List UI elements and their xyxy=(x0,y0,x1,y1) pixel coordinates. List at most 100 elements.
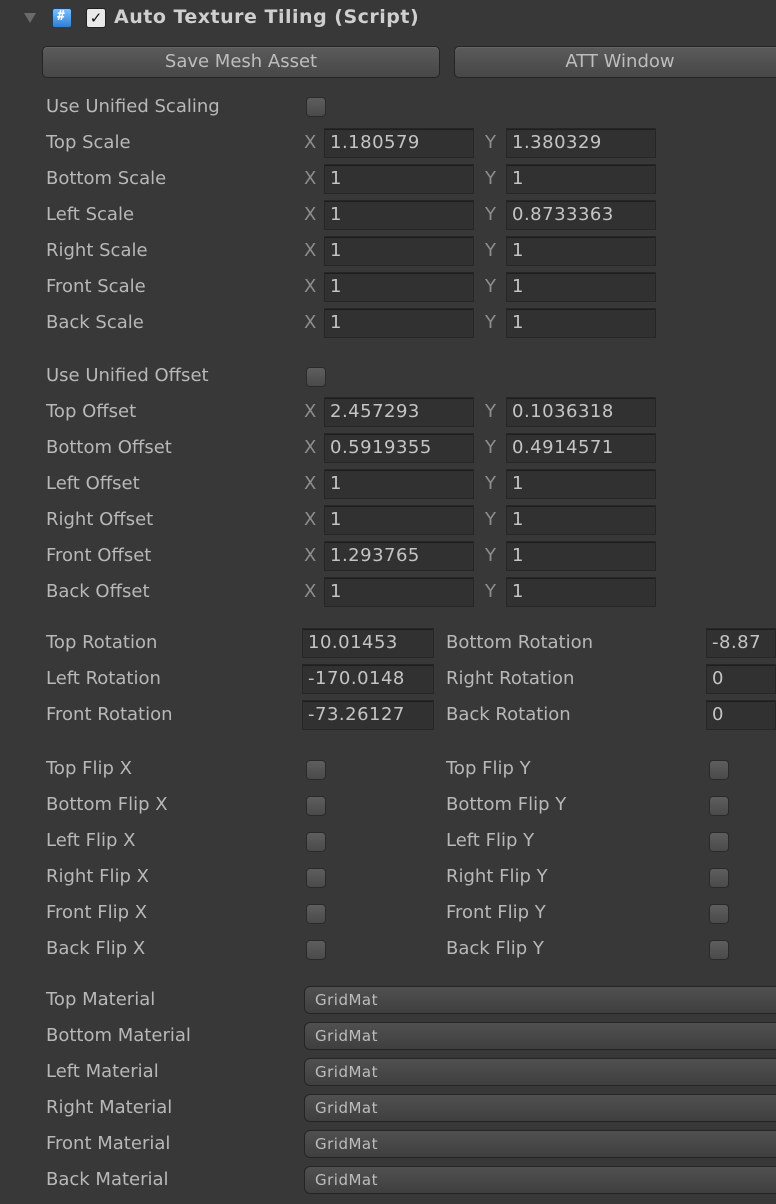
scale-y-field[interactable]: 1 xyxy=(506,164,656,194)
x-axis-label: X xyxy=(304,168,317,189)
offset-x-field[interactable]: 1 xyxy=(324,505,474,535)
offset-x-field[interactable]: 1 xyxy=(324,469,474,499)
y-axis-label: Y xyxy=(485,437,496,458)
material-object-field[interactable]: GridMat xyxy=(304,986,776,1014)
scale-label: Back Scale xyxy=(46,312,144,333)
rotation-field[interactable]: -73.26127 xyxy=(302,700,434,730)
flip-y-checkbox[interactable] xyxy=(709,940,729,960)
offset-label: Front Offset xyxy=(46,545,152,566)
material-object-field[interactable]: GridMat xyxy=(304,1058,776,1086)
offset-y-field[interactable]: 0.1036318 xyxy=(506,397,656,427)
flip-y-checkbox[interactable] xyxy=(709,904,729,924)
scale-label: Top Scale xyxy=(46,132,131,153)
flip-x-checkbox[interactable] xyxy=(306,760,326,780)
flip-x-checkbox[interactable] xyxy=(306,868,326,888)
flip-x-checkbox[interactable] xyxy=(306,796,326,816)
y-axis-label: Y xyxy=(485,473,496,494)
x-axis-label: X xyxy=(304,473,317,494)
flip-x-label: Bottom Flip X xyxy=(46,794,168,815)
offset-x-field[interactable]: 0.5919355 xyxy=(324,433,474,463)
flip-x-checkbox[interactable] xyxy=(306,904,326,924)
x-axis-label: X xyxy=(304,240,317,261)
offset-y-field[interactable]: 0.4914571 xyxy=(506,433,656,463)
att-window-button[interactable]: ATT Window xyxy=(454,46,776,78)
rotation-field[interactable]: 0 xyxy=(706,700,776,730)
use-unified-offset-label: Use Unified Offset xyxy=(46,365,209,386)
offset-label: Top Offset xyxy=(46,401,137,422)
scale-x-field[interactable]: 1 xyxy=(324,236,474,266)
rotation-label: Back Rotation xyxy=(446,704,571,725)
y-axis-label: Y xyxy=(485,312,496,333)
flip-y-label: Left Flip Y xyxy=(446,830,535,851)
csharp-script-icon xyxy=(52,8,72,28)
inspector-component: ✓ Auto Texture Tiling (Script) Save Mesh… xyxy=(0,0,776,1204)
scale-y-field[interactable]: 1 xyxy=(506,308,656,338)
y-axis-label: Y xyxy=(485,240,496,261)
offset-label: Right Offset xyxy=(46,509,154,530)
flip-y-label: Front Flip Y xyxy=(446,902,546,923)
offset-y-field[interactable]: 1 xyxy=(506,577,656,607)
x-axis-label: X xyxy=(304,276,317,297)
save-mesh-asset-button[interactable]: Save Mesh Asset xyxy=(42,46,440,78)
material-object-field[interactable]: GridMat xyxy=(304,1022,776,1050)
y-axis-label: Y xyxy=(485,168,496,189)
flip-x-checkbox[interactable] xyxy=(306,940,326,960)
material-label: Back Material xyxy=(46,1169,169,1190)
fold-arrow-icon[interactable] xyxy=(24,13,36,23)
x-axis-label: X xyxy=(304,437,317,458)
offset-label: Back Offset xyxy=(46,581,150,602)
scale-label: Right Scale xyxy=(46,240,148,261)
offset-y-field[interactable]: 1 xyxy=(506,469,656,499)
x-axis-label: X xyxy=(304,312,317,333)
scale-y-field[interactable]: 1.380329 xyxy=(506,128,656,158)
flip-x-label: Front Flip X xyxy=(46,902,148,923)
flip-y-checkbox[interactable] xyxy=(709,832,729,852)
flip-x-label: Right Flip X xyxy=(46,866,149,887)
flip-y-label: Right Flip Y xyxy=(446,866,548,887)
component-enabled-checkbox[interactable]: ✓ xyxy=(86,8,106,28)
material-label: Left Material xyxy=(46,1061,159,1082)
use-unified-offset-checkbox[interactable] xyxy=(306,367,326,387)
material-object-field[interactable]: GridMat xyxy=(304,1130,776,1158)
material-label: Bottom Material xyxy=(46,1025,191,1046)
rotation-field[interactable]: 0 xyxy=(706,664,776,694)
rotation-field[interactable]: -170.0148 xyxy=(302,664,434,694)
flip-y-checkbox[interactable] xyxy=(709,796,729,816)
rotation-label: Left Rotation xyxy=(46,668,161,689)
flip-y-label: Top Flip Y xyxy=(446,758,531,779)
offset-x-field[interactable]: 1 xyxy=(324,577,474,607)
offset-x-field[interactable]: 2.457293 xyxy=(324,397,474,427)
scale-label: Left Scale xyxy=(46,204,135,225)
scale-y-field[interactable]: 1 xyxy=(506,272,656,302)
x-axis-label: X xyxy=(304,545,317,566)
scale-x-field[interactable]: 1 xyxy=(324,164,474,194)
flip-y-checkbox[interactable] xyxy=(709,868,729,888)
offset-label: Left Offset xyxy=(46,473,140,494)
material-object-field[interactable]: GridMat xyxy=(304,1166,776,1194)
x-axis-label: X xyxy=(304,132,317,153)
flip-y-checkbox[interactable] xyxy=(709,760,729,780)
y-axis-label: Y xyxy=(485,276,496,297)
rotation-field[interactable]: -8.87 xyxy=(706,628,776,658)
x-axis-label: X xyxy=(304,509,317,530)
offset-y-field[interactable]: 1 xyxy=(506,541,656,571)
material-label: Top Material xyxy=(46,989,156,1010)
offset-x-field[interactable]: 1.293765 xyxy=(324,541,474,571)
scale-x-field[interactable]: 1 xyxy=(324,308,474,338)
flip-y-label: Bottom Flip Y xyxy=(446,794,567,815)
scale-y-field[interactable]: 0.8733363 xyxy=(506,200,656,230)
y-axis-label: Y xyxy=(485,132,496,153)
y-axis-label: Y xyxy=(485,545,496,566)
scale-label: Bottom Scale xyxy=(46,168,167,189)
scale-x-field[interactable]: 1.180579 xyxy=(324,128,474,158)
offset-y-field[interactable]: 1 xyxy=(506,505,656,535)
use-unified-scaling-label: Use Unified Scaling xyxy=(46,96,220,117)
scale-x-field[interactable]: 1 xyxy=(324,272,474,302)
material-object-field[interactable]: GridMat xyxy=(304,1094,776,1122)
scale-x-field[interactable]: 1 xyxy=(324,200,474,230)
rotation-field[interactable]: 10.01453 xyxy=(302,628,434,658)
flip-x-checkbox[interactable] xyxy=(306,832,326,852)
scale-y-field[interactable]: 1 xyxy=(506,236,656,266)
use-unified-scaling-checkbox[interactable] xyxy=(306,97,326,117)
scale-label: Front Scale xyxy=(46,276,146,297)
